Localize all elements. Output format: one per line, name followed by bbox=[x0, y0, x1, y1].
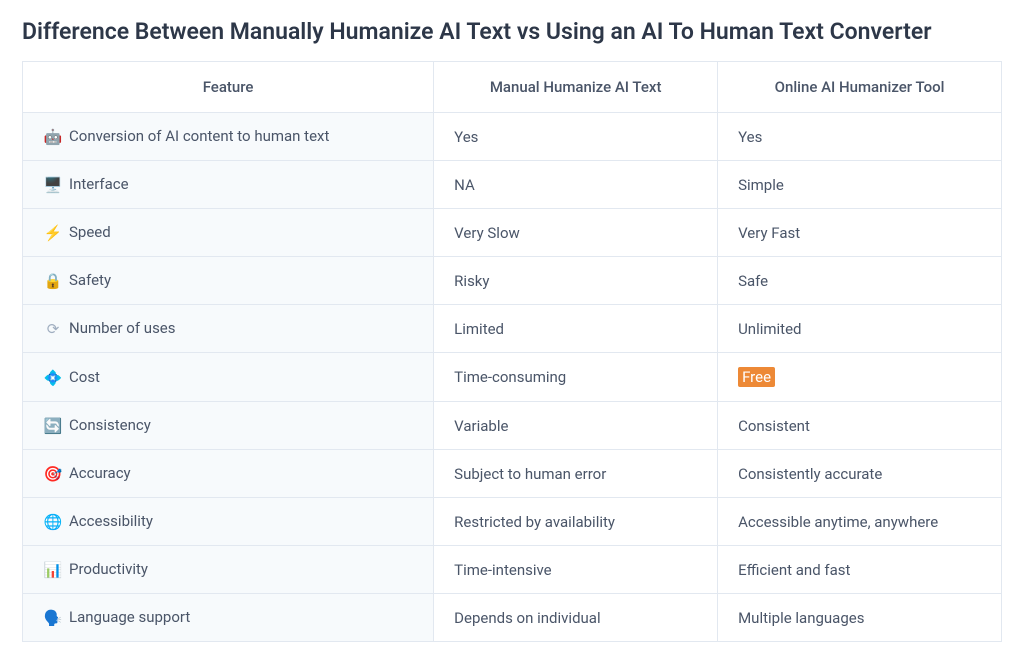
manual-value: Very Slow bbox=[434, 209, 718, 257]
table-row: 🖥️ Interface NASimple bbox=[23, 161, 1002, 209]
tool-value: Consistent bbox=[718, 402, 1002, 450]
column-header-feature: Feature bbox=[23, 62, 434, 113]
feature-label: Productivity bbox=[69, 560, 148, 578]
feature-label: Safety bbox=[69, 271, 111, 289]
feature-label: Cost bbox=[69, 368, 100, 386]
feature-cell: 🎯 Accuracy bbox=[23, 450, 434, 498]
column-header-manual: Manual Humanize AI Text bbox=[434, 62, 718, 113]
table-row: 💠 Cost Time-consuming Free bbox=[23, 353, 1002, 402]
manual-value: Time-consuming bbox=[434, 353, 718, 402]
tool-value: Efficient and fast bbox=[718, 546, 1002, 594]
table-row: ⚡ Speed Very SlowVery Fast bbox=[23, 209, 1002, 257]
table-row: 🌐 Accessibility Restricted by availability… bbox=[23, 498, 1002, 546]
feature-cell: 💠 Cost bbox=[23, 353, 434, 402]
manual-value: Subject to human error bbox=[434, 450, 718, 498]
highlight-badge: Free bbox=[738, 367, 775, 387]
table-row: ⟳ Number of uses LimitedUnlimited bbox=[23, 305, 1002, 353]
robot-icon: 🤖 bbox=[43, 128, 63, 146]
feature-cell: 🔄 Consistency bbox=[23, 402, 434, 450]
manual-value: Variable bbox=[434, 402, 718, 450]
manual-value: Risky bbox=[434, 257, 718, 305]
feature-cell: 🔒 Safety bbox=[23, 257, 434, 305]
feature-cell: ⟳ Number of uses bbox=[23, 305, 434, 353]
monitor-icon: 🖥️ bbox=[43, 176, 63, 194]
globe-icon: 🌐 bbox=[43, 513, 63, 531]
bolt-icon: ⚡ bbox=[43, 224, 63, 242]
manual-value: Restricted by availability bbox=[434, 498, 718, 546]
tool-value: Free bbox=[718, 353, 1002, 402]
table-header-row: Feature Manual Humanize AI Text Online A… bbox=[23, 62, 1002, 113]
chart-icon: 📊 bbox=[43, 561, 63, 579]
feature-label: Accessibility bbox=[69, 512, 153, 530]
table-row: 🔄 Consistency VariableConsistent bbox=[23, 402, 1002, 450]
tool-value: Consistently accurate bbox=[718, 450, 1002, 498]
feature-label: Interface bbox=[69, 175, 129, 193]
target-icon: 🎯 bbox=[43, 465, 63, 483]
manual-value: Depends on individual bbox=[434, 594, 718, 642]
feature-label: Language support bbox=[69, 608, 190, 626]
manual-value: Yes bbox=[434, 113, 718, 161]
refresh-icon: ⟳ bbox=[43, 320, 63, 338]
manual-value: NA bbox=[434, 161, 718, 209]
feature-label: Conversion of AI content to human text bbox=[69, 127, 329, 145]
feature-cell: 📊 Productivity bbox=[23, 546, 434, 594]
comparison-table: Feature Manual Humanize AI Text Online A… bbox=[22, 61, 1002, 642]
table-row: 🔒 Safety RiskySafe bbox=[23, 257, 1002, 305]
table-row: 🎯 Accuracy Subject to human errorConsisten… bbox=[23, 450, 1002, 498]
feature-cell: 🌐 Accessibility bbox=[23, 498, 434, 546]
feature-cell: 🗣️ Language support bbox=[23, 594, 434, 642]
tool-value: Unlimited bbox=[718, 305, 1002, 353]
sync-icon: 🔄 bbox=[43, 417, 63, 435]
table-row: 🗣️ Language support Depends on individualM… bbox=[23, 594, 1002, 642]
feature-cell: ⚡ Speed bbox=[23, 209, 434, 257]
speech-icon: 🗣️ bbox=[43, 609, 63, 627]
manual-value: Limited bbox=[434, 305, 718, 353]
feature-cell: 🤖 Conversion of AI content to human text bbox=[23, 113, 434, 161]
diamond-icon: 💠 bbox=[43, 369, 63, 387]
feature-label: Accuracy bbox=[69, 464, 131, 482]
tool-value: Accessible anytime, anywhere bbox=[718, 498, 1002, 546]
tool-value: Yes bbox=[718, 113, 1002, 161]
manual-value: Time-intensive bbox=[434, 546, 718, 594]
table-row: 🤖 Conversion of AI content to human text Y… bbox=[23, 113, 1002, 161]
column-header-tool: Online AI Humanizer Tool bbox=[718, 62, 1002, 113]
feature-cell: 🖥️ Interface bbox=[23, 161, 434, 209]
tool-value: Simple bbox=[718, 161, 1002, 209]
tool-value: Multiple languages bbox=[718, 594, 1002, 642]
feature-label: Speed bbox=[69, 223, 111, 241]
table-row: 📊 Productivity Time-intensiveEfficient and… bbox=[23, 546, 1002, 594]
tool-value: Safe bbox=[718, 257, 1002, 305]
tool-value: Very Fast bbox=[718, 209, 1002, 257]
feature-label: Number of uses bbox=[69, 319, 176, 337]
lock-icon: 🔒 bbox=[43, 272, 63, 290]
page-title: Difference Between Manually Humanize AI … bbox=[22, 18, 1002, 45]
feature-label: Consistency bbox=[69, 416, 151, 434]
